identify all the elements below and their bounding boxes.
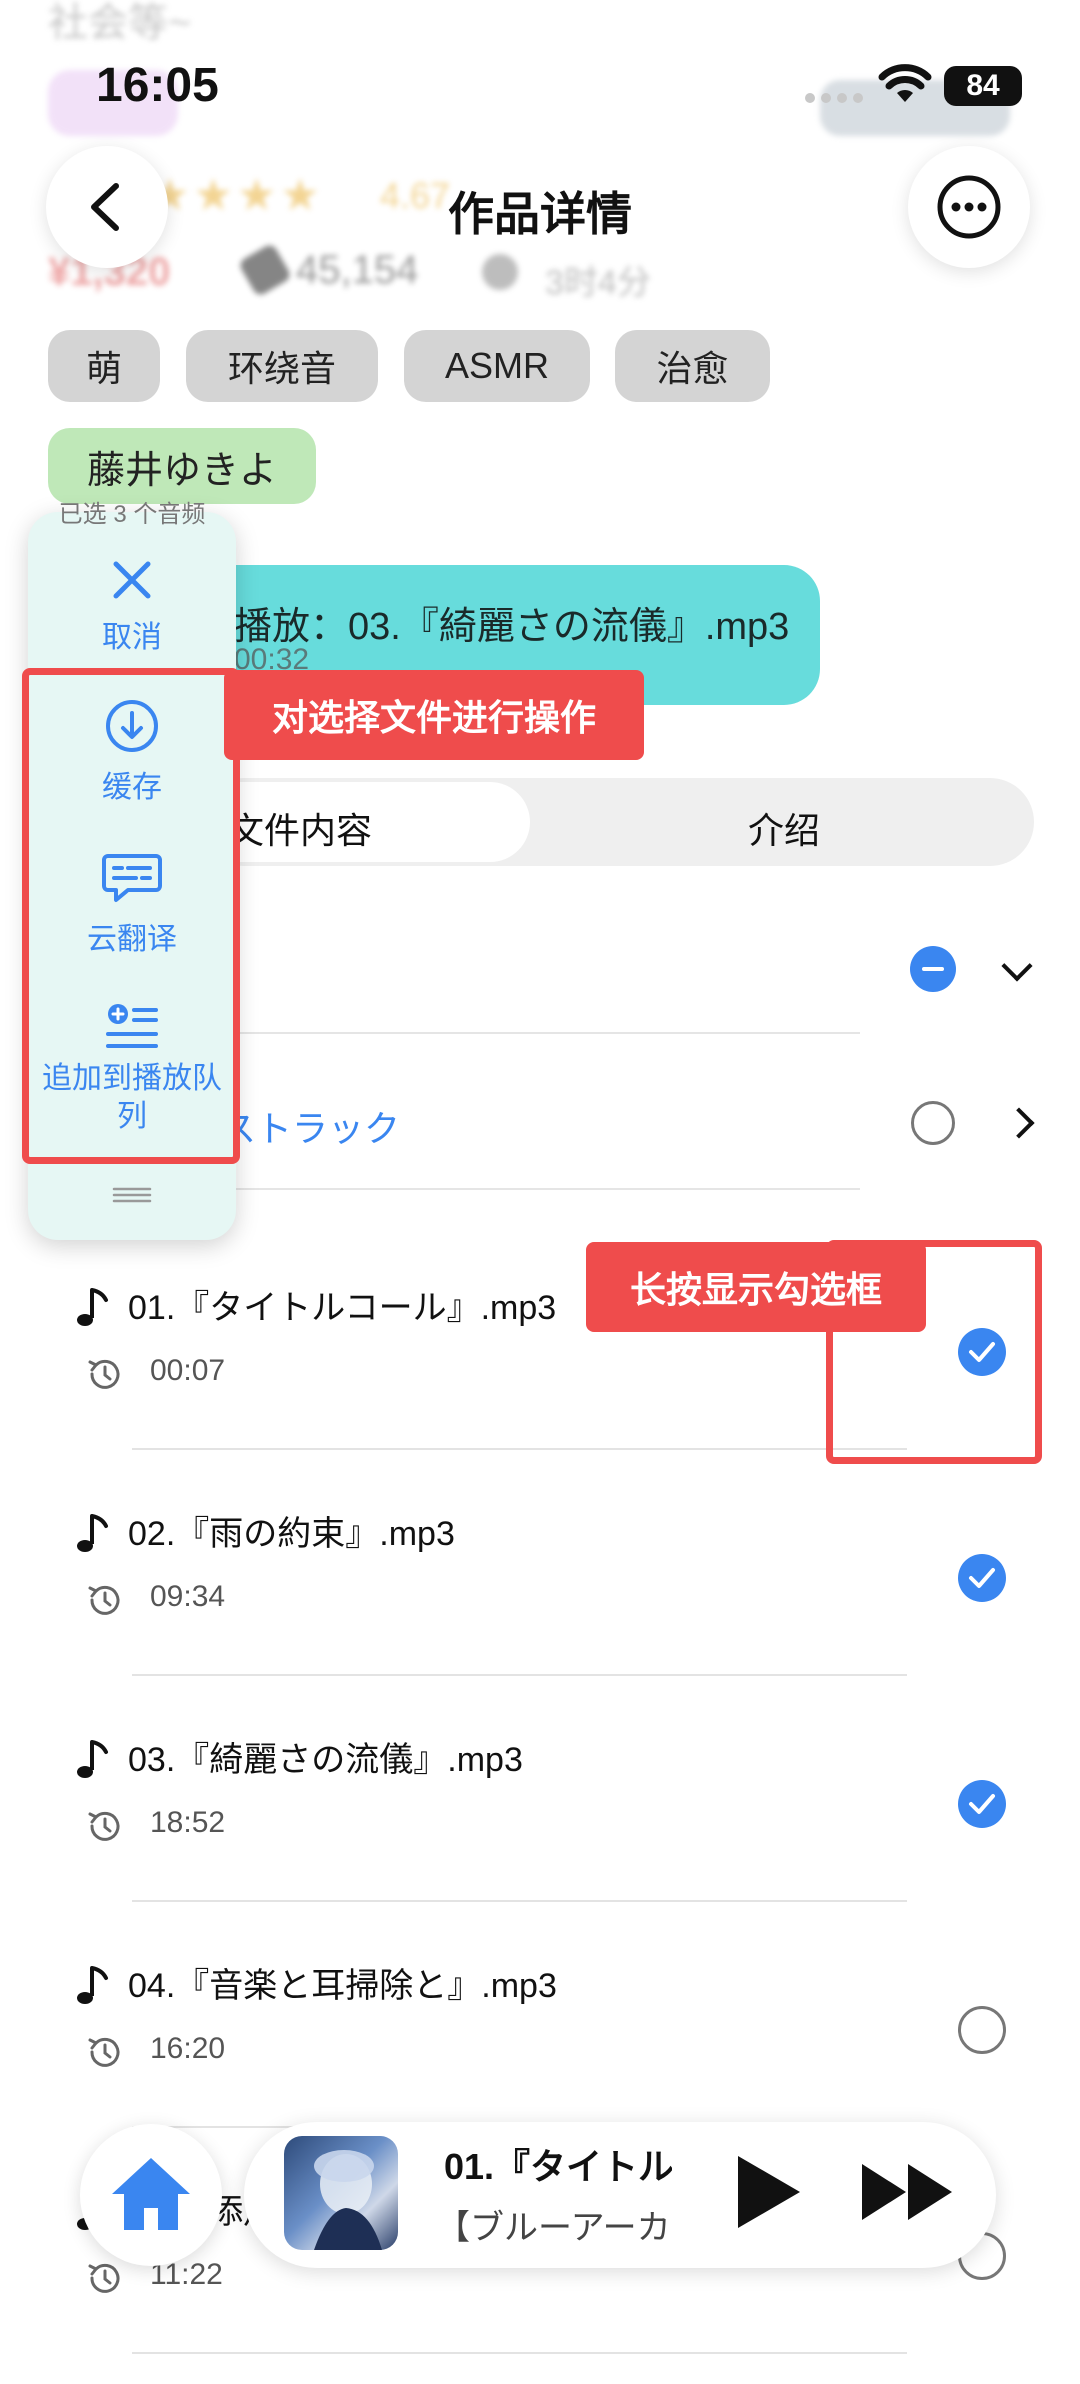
checkbox-callout: 长按显示勾选框 [586,1242,926,1332]
tab-intro[interactable]: 介绍 [748,802,820,854]
fast-forward-icon[interactable] [860,2160,956,2224]
folder-label[interactable]: ストラック [220,1100,400,1152]
divider [220,1032,860,1034]
history-icon [88,1359,120,1389]
music-note-icon [77,1514,108,1552]
music-note-icon [77,1288,108,1326]
close-icon[interactable] [108,556,156,604]
divider [132,1674,907,1676]
selected-count: 已选 3 个音频 [58,501,206,528]
clock-icon [482,254,518,290]
home-button[interactable] [80,2124,222,2266]
track-duration: 00:07 [150,1354,226,1387]
chevron-right-icon[interactable] [1003,1107,1035,1139]
track-duration: 09:34 [150,1580,226,1613]
sales-count: 45,154 [296,248,419,292]
faded-top-text: 社会等~ [48,1,192,45]
player-title: 01.『タイトルコール』 [444,2146,672,2187]
history-icon [88,1811,120,1841]
cancel-button[interactable]: 取消 [28,612,236,656]
divider [132,1900,907,1902]
checkmark-icon [969,1568,995,1588]
music-note-icon [77,1740,108,1778]
tag-chip[interactable]: 治愈 [615,330,770,402]
divider [132,2352,907,2354]
track-checkbox-checked[interactable] [958,1780,1006,1828]
tag-chip[interactable]: 萌 [48,330,160,402]
track-name: 03.『綺麗さの流儀』.mp3 [128,1741,523,1779]
checkmark-icon [969,1794,995,1814]
partial-select-icon[interactable] [910,946,956,992]
history-icon [88,1585,120,1615]
track-duration: 18:52 [150,1806,226,1839]
divider [132,1448,907,1450]
chevron-down-icon[interactable] [1001,950,1033,982]
folder-checkbox[interactable] [911,1101,955,1145]
music-note-icon [77,1966,108,2004]
signal-dots-icon [805,93,863,103]
tag-chip[interactable]: 环绕音 [186,330,378,402]
track-checkbox-checked[interactable] [958,1554,1006,1602]
drag-handle-icon[interactable] [112,1186,152,1204]
more-options-icon [937,175,1001,239]
menu-callout: 对选择文件进行操作 [224,670,644,760]
home-icon [112,2158,190,2230]
history-icon [88,2037,120,2067]
now-playing-title: 播放：03.『綺麗さの流儀』.mp3 [234,606,790,648]
wifi-icon [878,64,932,102]
more-button[interactable] [908,146,1030,268]
track-name: 04.『音楽と耳掃除と』.mp3 [128,1967,557,2005]
track-name: 01.『タイトルコール』.mp3 [128,1289,557,1327]
player-subtitle: 【ブルーアーカイブ】 [436,2209,672,2247]
track-row[interactable]: 03.『綺麗さの流儀』.mp3 18:52 [0,1706,1080,1932]
status-time: 16:05 [96,59,219,112]
album-cover[interactable] [284,2136,398,2250]
tag-chip[interactable]: ASMR [404,330,590,402]
play-icon[interactable] [732,2152,804,2232]
track-name: 02.『雨の約束』.mp3 [128,1515,455,1553]
track-duration: 16:20 [150,2032,226,2065]
divider [220,1188,860,1190]
menu-highlight-box [22,668,240,1164]
cover-art [314,2150,382,2250]
voice-actor-chip[interactable]: 藤井ゆきよ [48,428,316,504]
tab-files[interactable]: 文件内容 [228,802,372,854]
track-checkbox[interactable] [958,2006,1006,2054]
battery-indicator: 84 [944,66,1022,106]
total-duration: 3时4分 [545,264,651,302]
tag-icon [237,242,293,298]
content-tabs: 文件内容 介绍 [200,778,1034,866]
track-row[interactable]: 02.『雨の約束』.mp3 09:34 [0,1480,1080,1706]
